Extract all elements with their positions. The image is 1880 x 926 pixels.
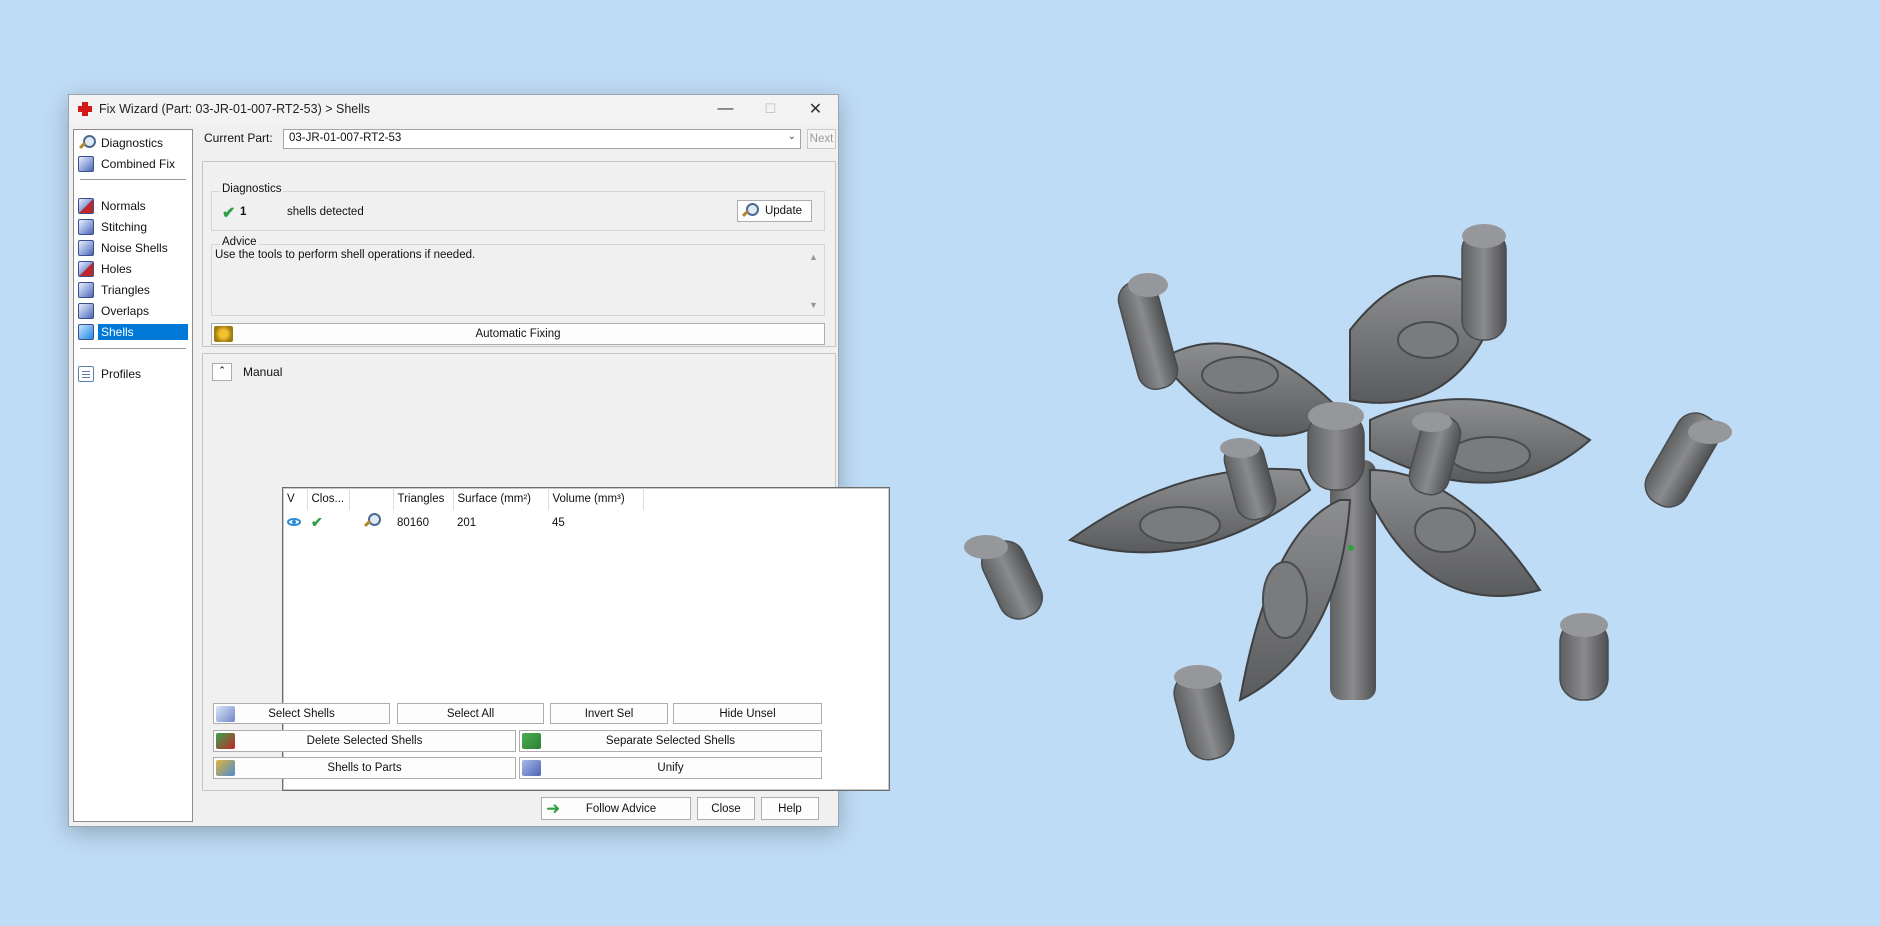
unify-button[interactable]: Unify [519, 757, 822, 779]
help-button[interactable]: Help [761, 797, 819, 820]
minimize-button[interactable]: — [703, 95, 748, 123]
scroll-up-arrow[interactable]: ▲ [809, 252, 818, 262]
3d-model-viewport[interactable] [940, 200, 1740, 780]
nav-item-combined-fix[interactable]: Combined Fix [78, 154, 188, 173]
update-button[interactable]: Update [737, 200, 812, 222]
scroll-down-arrow[interactable]: ▼ [809, 300, 818, 310]
shells-to-parts-button[interactable]: Shells to Parts [213, 757, 516, 779]
diagnostics-title: Diagnostics [220, 183, 284, 195]
double-chevron-up-icon: ˆ [220, 366, 224, 378]
table-row[interactable]: ✔ 80160 201 45 [283, 510, 643, 535]
cube-icon [78, 155, 94, 172]
triangles-cube-icon [78, 281, 94, 298]
shells-table: V Clos... Triangles Surface (mm²) Volume… [283, 488, 644, 535]
column-header-triangles[interactable]: Triangles [393, 488, 454, 510]
inspect-magnifier-icon[interactable] [349, 510, 393, 535]
fix-wizard-window: Fix Wizard (Part: 03-JR-01-007-RT2-53) >… [68, 94, 890, 827]
nav-item-profiles[interactable]: Profiles [78, 364, 188, 383]
current-part-value: 03-JR-01-007-RT2-53 [289, 132, 402, 144]
hide-unselected-button[interactable]: Hide Unsel [673, 703, 822, 724]
current-part-label: Current Part: [204, 131, 273, 145]
current-part-dropdown[interactable]: 03-JR-01-007-RT2-53 ⌄ [283, 129, 801, 149]
nav-item-holes[interactable]: Holes [78, 259, 188, 278]
maximize-button[interactable]: ☐ [748, 95, 793, 123]
checkmark-icon: ✔ [222, 205, 236, 222]
volume-cell: 45 [552, 516, 565, 529]
select-shells-button[interactable]: Select Shells [213, 703, 390, 724]
wizard-navigation: Diagnostics Combined Fix Normals Stitchi… [73, 129, 193, 822]
separate-selected-shells-button[interactable]: Separate Selected Shells [519, 730, 822, 752]
select-all-button[interactable]: Select All [397, 703, 544, 724]
surface-cell: 201 [457, 516, 477, 529]
diagnostics-panel: Diagnostics ✔ 1 shells detected Update A… [202, 161, 836, 347]
automatic-fixing-button[interactable]: Automatic Fixing [211, 323, 825, 345]
nav-item-overlaps[interactable]: Overlaps [78, 301, 188, 320]
select-cube-icon [216, 706, 235, 722]
stitching-cube-icon [78, 218, 94, 235]
overlaps-cube-icon [78, 302, 94, 319]
nav-item-noise-shells[interactable]: Noise Shells [78, 238, 188, 257]
nav-item-normals[interactable]: Normals [78, 196, 188, 215]
title-bar[interactable]: Fix Wizard (Part: 03-JR-01-007-RT2-53) >… [69, 95, 838, 123]
holes-cube-icon [78, 260, 94, 277]
collapse-manual-button[interactable]: ˆ [212, 363, 232, 381]
advice-text: Use the tools to perform shell operation… [215, 249, 476, 261]
magnifier-icon [78, 134, 96, 151]
nav-item-diagnostics[interactable]: Diagnostics [78, 133, 188, 152]
green-arrow-icon: ➜ [546, 799, 561, 818]
closed-checkmark-icon: ✔ [311, 514, 323, 530]
window-title: Fix Wizard (Part: 03-JR-01-007-RT2-53) >… [99, 102, 371, 116]
nav-item-triangles[interactable]: Triangles [78, 280, 188, 299]
nav-divider [80, 179, 186, 180]
shells-to-parts-icon [216, 760, 235, 776]
triangles-cell: 80160 [397, 516, 429, 529]
nav-item-stitching[interactable]: Stitching [78, 217, 188, 236]
follow-advice-button[interactable]: ➜ Follow Advice [541, 797, 691, 820]
shell-count: 1 [240, 206, 247, 218]
invert-selection-button[interactable]: Invert Sel [550, 703, 668, 724]
delete-selected-shells-button[interactable]: Delete Selected Shells [213, 730, 516, 752]
visibility-eye-icon[interactable] [283, 510, 307, 535]
advice-title: Advice [220, 236, 259, 248]
column-header-volume[interactable]: Volume (mm³) [548, 488, 644, 510]
column-header-visible[interactable]: V [283, 488, 308, 510]
column-header-inspect[interactable] [349, 488, 394, 510]
red-cross-app-icon [77, 101, 93, 117]
gears-icon [214, 326, 233, 342]
shells-detected-text: shells detected [287, 206, 364, 218]
noise-shells-icon [78, 239, 94, 256]
delete-cube-icon [216, 733, 235, 749]
close-window-button[interactable]: ✕ [793, 95, 838, 123]
flower-model-icon [964, 224, 1732, 761]
column-header-closed[interactable]: Clos... [307, 488, 350, 510]
nav-item-shells[interactable]: Shells [78, 322, 188, 341]
next-button[interactable]: Next [807, 129, 836, 149]
chevron-down-icon: ⌄ [787, 131, 796, 142]
column-header-surface[interactable]: Surface (mm²) [453, 488, 549, 510]
close-button[interactable]: Close [697, 797, 755, 820]
unify-icon [522, 760, 541, 776]
separate-cube-icon [522, 733, 541, 749]
nav-divider [80, 348, 186, 349]
shells-cube-icon [78, 323, 94, 340]
manual-title: Manual [243, 365, 283, 379]
magnifier-icon [741, 203, 759, 219]
normals-cube-icon [78, 197, 94, 214]
document-icon [78, 365, 94, 382]
